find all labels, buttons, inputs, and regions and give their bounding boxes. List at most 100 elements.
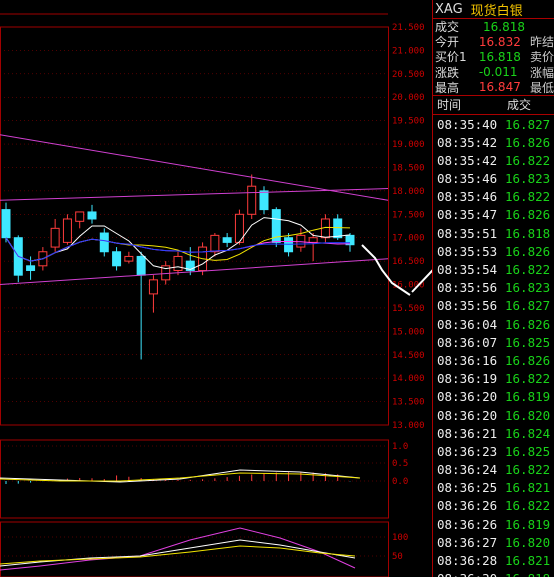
tick-row: 08:36:21 16.824 <box>433 424 554 442</box>
tick-price: 16.822 <box>505 498 551 514</box>
tick-time: 08:36:26 <box>437 516 498 532</box>
price-tick-label: 21.500 <box>392 23 425 33</box>
candle-body <box>222 237 232 243</box>
instrument-header[interactable]: XAG 现货白银 <box>433 0 554 19</box>
price-tick-label: 21.000 <box>392 46 425 56</box>
tick-price: 16.820 <box>505 407 551 423</box>
tick-price: 16.822 <box>505 371 551 387</box>
ticks-header-price: 成交 <box>507 98 532 113</box>
kline-chart[interactable]: 21.500 21.000 20.500 20.000 19.500 19.000 18.5… <box>0 0 432 577</box>
tick-row: 08:36:23 16.825 <box>433 442 554 460</box>
candle-body <box>26 265 36 271</box>
ticks-header-time: 时间 <box>437 98 462 113</box>
tick-time: 08:36:28 <box>437 553 498 569</box>
tick-row: 08:36:19 16.822 <box>433 370 554 388</box>
tick-time: 08:36:21 <box>437 425 498 441</box>
tick-time: 08:35:42 <box>437 152 498 168</box>
ticks-header: 时间 成交 <box>433 96 554 115</box>
tick-price: 16.826 <box>505 316 551 332</box>
tick-row: 08:35:53 16.826 <box>433 242 554 260</box>
candle-body <box>1 209 11 239</box>
tick-time: 08:35:51 <box>437 225 498 241</box>
price-tick-label: 20.000 <box>392 93 425 103</box>
quote-row: 最高 16.847 最低 <box>433 80 554 95</box>
tick-row: 08:36:20 16.820 <box>433 406 554 424</box>
kdj-tick-label: 50 <box>392 552 403 562</box>
tick-row: 08:35:42 16.822 <box>433 151 554 169</box>
tick-time: 08:36:23 <box>437 443 498 459</box>
tick-price: 16.824 <box>505 425 551 441</box>
instrument-code: XAG <box>435 1 463 17</box>
candle-body <box>112 251 122 267</box>
candle-body <box>87 211 97 220</box>
tick-time: 08:36:30 <box>433 571 505 577</box>
candle-body <box>333 218 343 239</box>
tick-price: 16.827 <box>505 116 551 132</box>
tick-time: 08:35:47 <box>437 207 498 223</box>
tick-price: 16.819 <box>505 516 551 532</box>
tick-row: 08:35:54 16.822 <box>433 260 554 278</box>
candle-body <box>62 218 72 243</box>
tick-price: 16.825 <box>505 334 551 350</box>
price-pane-frame <box>0 26 389 426</box>
price-tick-label: 20.500 <box>392 70 425 80</box>
tick-price: 16.820 <box>505 534 551 550</box>
kline-chart-panel[interactable]: 21.500 21.000 20.500 20.000 19.500 19.000 18.5… <box>0 0 432 577</box>
tick-time: 08:36:26 <box>437 498 498 514</box>
price-tick-label: 17.500 <box>392 210 425 220</box>
tick-row: 08:35:56 16.827 <box>433 297 554 315</box>
tick-price: 16.826 <box>505 134 551 150</box>
candle-body <box>99 232 109 253</box>
candle-body <box>173 255 183 271</box>
tick-time: 08:35:53 <box>437 243 498 259</box>
tick-row: 08:36:07 16.825 <box>433 333 554 351</box>
quote-value: 16.847 <box>478 80 521 95</box>
candle-body <box>247 185 257 215</box>
macd-tick-label: 0.0 <box>392 477 408 487</box>
quote-extra: 最低 <box>529 80 554 95</box>
price-tick-label: 14.000 <box>392 374 425 384</box>
tick-time: 08:35:40 <box>437 116 498 132</box>
quote-sidebar: XAG 现货白银 成交 16.818 今开 16.832 昨结 买价1 16.8… <box>432 0 554 577</box>
instrument-name: 现货白银 <box>470 3 523 19</box>
price-tick-label: 15.000 <box>392 327 425 337</box>
tick-price: 16.823 <box>505 280 551 296</box>
price-tick-label: 13.500 <box>392 398 425 408</box>
tick-time: 08:35:56 <box>437 298 498 314</box>
tick-price: 16.826 <box>505 352 551 368</box>
tick-time: 08:36:20 <box>437 407 498 423</box>
tick-row: 08:35:46 16.822 <box>433 188 554 206</box>
tick-row: 08:36:26 16.822 <box>433 497 554 515</box>
tick-time: 08:36:04 <box>437 316 498 332</box>
tick-price: 16.822 <box>505 462 551 478</box>
quote-value: 16.832 <box>478 34 521 49</box>
tick-row: 08:35:56 16.823 <box>433 279 554 297</box>
quote-row: 成交 16.818 <box>433 19 554 35</box>
tick-time: 08:36:25 <box>437 480 498 496</box>
tick-row: 08:35:42 16.826 <box>433 133 554 151</box>
price-tick-label: 19.500 <box>392 117 425 127</box>
quote-value: -0.011 <box>478 65 518 80</box>
tick-price: 16.825 <box>505 443 551 459</box>
quote-value: 16.818 <box>483 19 525 34</box>
candle-body <box>296 234 306 248</box>
tick-price: 16.818 <box>505 571 550 577</box>
tick-row: 08:36:28 16.821 <box>433 551 554 569</box>
tick-time: 08:35:56 <box>437 280 498 296</box>
price-tick-label: 17.000 <box>392 234 425 244</box>
tick-row: 08:36:27 16.820 <box>433 533 554 551</box>
tick-time: 08:36:27 <box>437 534 498 550</box>
price-tick-label: 13.000 <box>392 421 425 431</box>
ticks-list[interactable]: 08:35:40 16.827 08:35:42 16.826 08:35:42 16.8… <box>433 115 554 577</box>
quote-label: 最高 <box>435 80 460 95</box>
tick-row: 08:35:46 16.823 <box>433 170 554 188</box>
candle-body <box>148 279 158 295</box>
tick-price: 16.823 <box>505 171 551 187</box>
quote-row: 今开 16.832 昨结 <box>433 34 554 50</box>
tick-time: 08:36:16 <box>437 352 498 368</box>
price-tick-label: 18.500 <box>392 163 425 173</box>
tick-price: 16.818 <box>505 225 551 241</box>
candle-body <box>136 255 146 276</box>
tick-price: 16.822 <box>505 262 551 278</box>
price-tick-label: 19.000 <box>392 140 425 150</box>
